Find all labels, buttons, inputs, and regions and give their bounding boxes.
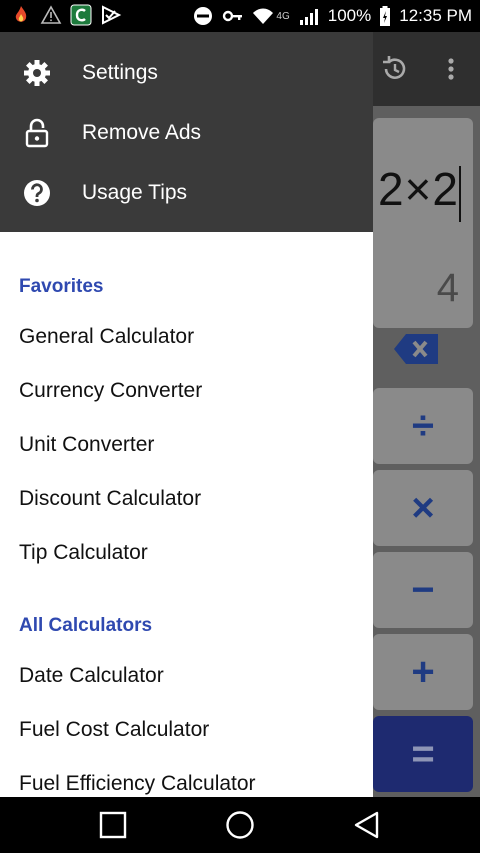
battery-icon bbox=[380, 6, 391, 26]
calculator-item-date[interactable]: Date Calculator bbox=[19, 664, 164, 688]
plus-key[interactable]: + bbox=[373, 634, 473, 710]
all-calculators-section-title: All Calculators bbox=[19, 615, 153, 636]
calculator-item-unit[interactable]: Unit Converter bbox=[19, 433, 154, 457]
home-icon[interactable] bbox=[224, 809, 256, 841]
calculator-item-fuel-cost[interactable]: Fuel Cost Calculator bbox=[19, 718, 209, 742]
status-bar: 4G 100% 12:35 PM bbox=[0, 0, 480, 32]
calculator-display: 2×2 4 bbox=[373, 118, 473, 328]
back-icon[interactable] bbox=[351, 809, 383, 841]
divide-key[interactable]: ÷ bbox=[373, 388, 473, 464]
drawer-item-remove-ads[interactable]: Remove Ads bbox=[0, 103, 373, 163]
system-navigation-bar bbox=[0, 797, 480, 853]
overflow-menu-icon[interactable] bbox=[436, 54, 466, 84]
drawer-item-settings[interactable]: Settings bbox=[0, 43, 373, 103]
result-text: 4 bbox=[436, 266, 459, 310]
equals-key[interactable]: = bbox=[373, 716, 473, 792]
dnd-icon bbox=[194, 7, 213, 25]
calculator-item-general[interactable]: General Calculator bbox=[19, 325, 194, 349]
battery-percent: 100% bbox=[327, 6, 372, 25]
favorites-section-title: Favorites bbox=[19, 276, 104, 297]
calculator-item-discount[interactable]: Discount Calculator bbox=[19, 487, 201, 511]
drawer-item-usage-tips[interactable]: Usage Tips bbox=[0, 163, 373, 223]
drawer-item-label: Remove Ads bbox=[82, 121, 202, 144]
expression-text: 2×2 bbox=[377, 163, 459, 215]
wifi-icon bbox=[253, 8, 274, 24]
drawer-item-label: Settings bbox=[82, 61, 158, 84]
status-time: 12:35 PM bbox=[399, 6, 472, 25]
calculator-item-fuel-efficiency[interactable]: Fuel Efficiency Calculator bbox=[19, 772, 256, 796]
backspace-icon[interactable] bbox=[392, 332, 440, 366]
minus-key[interactable]: − bbox=[373, 552, 473, 628]
drawer-header: Settings Remove Ads Usage Tips bbox=[0, 32, 373, 232]
status-left-icons bbox=[10, 4, 122, 26]
lock-icon bbox=[25, 118, 49, 148]
app-c-icon bbox=[70, 4, 92, 26]
navigation-drawer: Settings Remove Ads Usage Tips Favorites… bbox=[0, 32, 373, 797]
network-label: 4G bbox=[276, 10, 290, 22]
warning-icon bbox=[40, 5, 62, 24]
check-app-icon bbox=[102, 5, 122, 25]
drawer-item-label: Usage Tips bbox=[82, 181, 188, 204]
history-icon[interactable] bbox=[380, 54, 410, 84]
key-icon bbox=[223, 10, 243, 22]
text-cursor bbox=[459, 166, 461, 222]
recent-apps-icon[interactable] bbox=[97, 809, 129, 841]
multiply-key[interactable]: × bbox=[373, 470, 473, 546]
calculator-item-currency[interactable]: Currency Converter bbox=[19, 379, 202, 403]
calculator-item-tip[interactable]: Tip Calculator bbox=[19, 541, 148, 565]
help-icon bbox=[24, 180, 50, 206]
signal-icon bbox=[299, 9, 318, 25]
gear-icon bbox=[24, 60, 50, 86]
status-right-icons: 4G 100% 12:35 PM bbox=[192, 0, 472, 32]
fire-icon bbox=[15, 6, 27, 22]
